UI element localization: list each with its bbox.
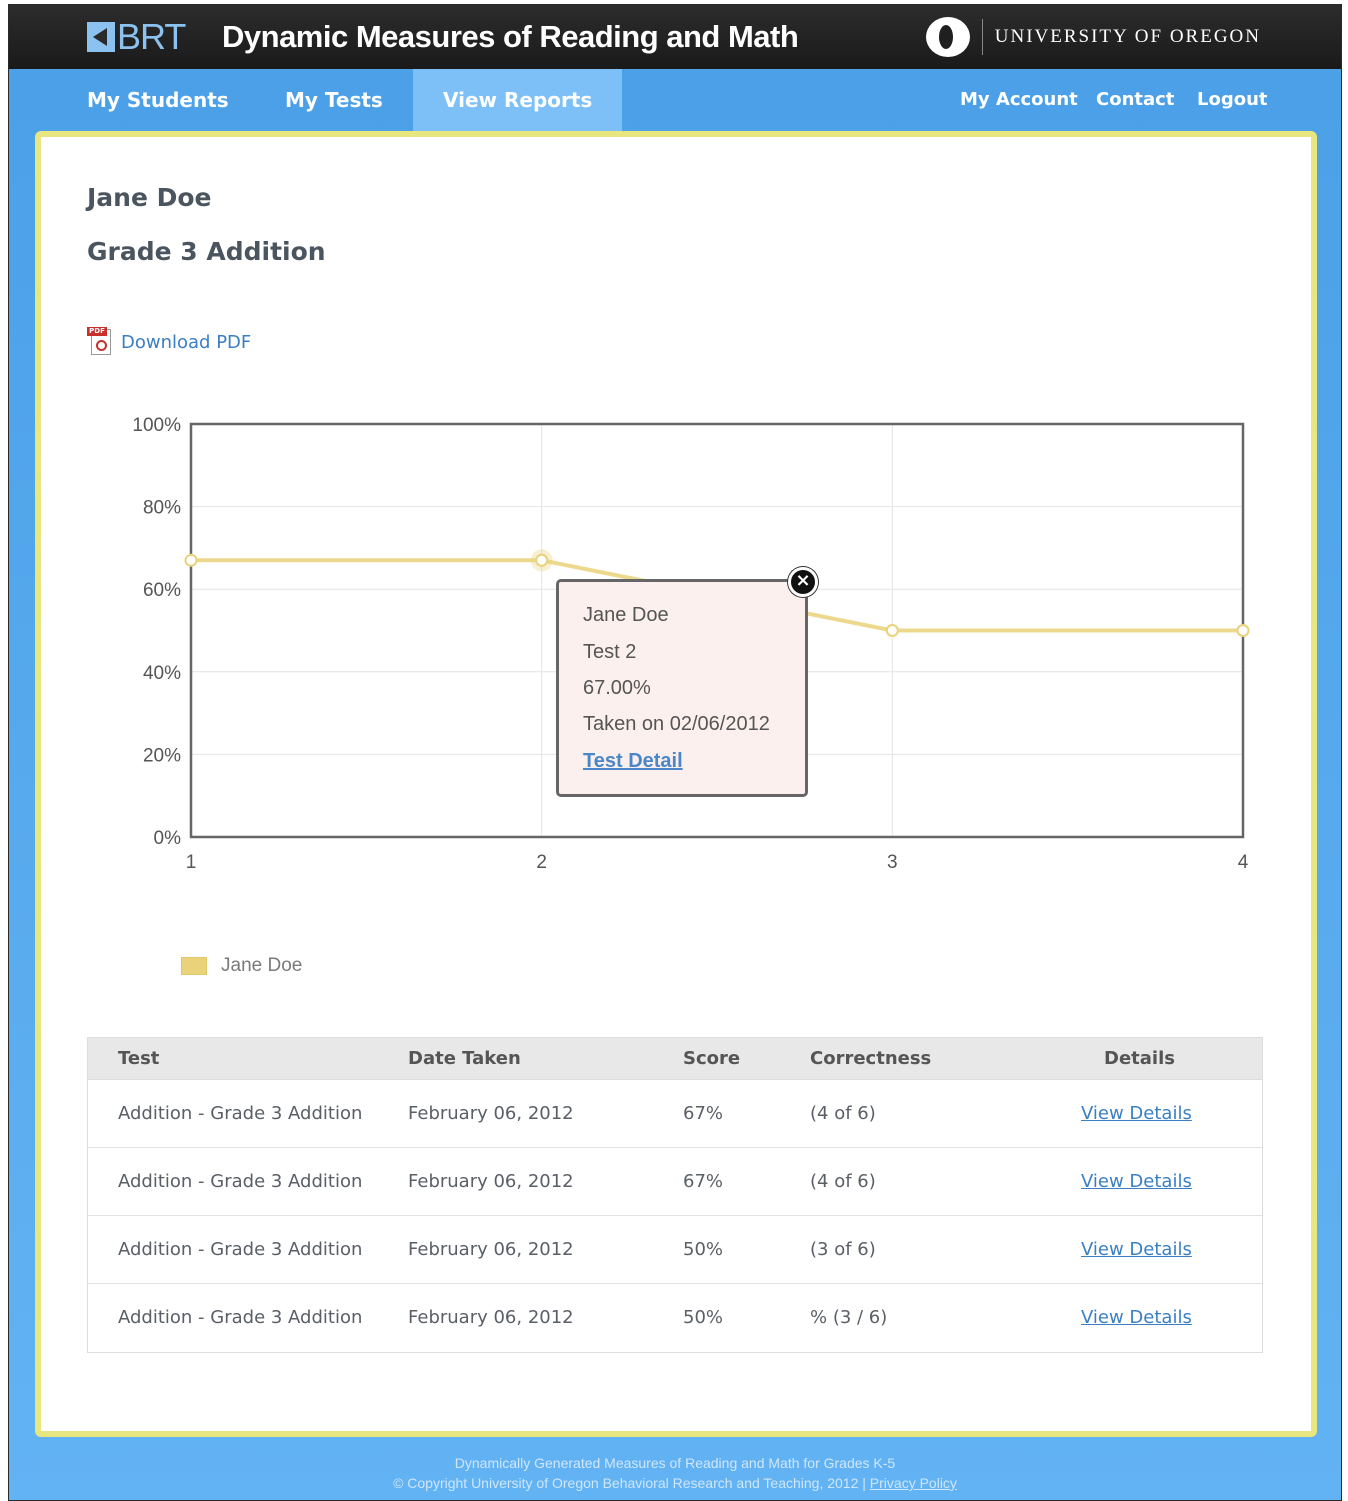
- y-tick-label: 60%: [143, 580, 181, 601]
- y-tick-label: 80%: [143, 498, 181, 519]
- close-tooltip-icon[interactable]: ×: [788, 567, 818, 597]
- tooltip-test: Test 2: [583, 641, 637, 663]
- footer-copyright: © Copyright University of Oregon Behavio…: [9, 1473, 1341, 1493]
- results-table: Test Date Taken Score Correctness Detail…: [87, 1037, 1263, 1353]
- data-point: [184, 553, 198, 567]
- nav-my-students[interactable]: My Students: [87, 69, 229, 131]
- main-nav: My Students My Tests View Reports My Acc…: [9, 69, 1341, 131]
- x-tick-label: 2: [536, 852, 547, 873]
- data-point: [1236, 624, 1250, 637]
- score-line-chart: 0% 20% 40% 60% 80% 100% 1 2 3 4: [132, 415, 1250, 873]
- cell-test: Addition - Grade 3 Addition: [118, 1171, 363, 1192]
- tooltip-score: 67.00%: [583, 677, 651, 699]
- legend-label: Jane Doe: [221, 955, 303, 976]
- nav-logout[interactable]: Logout: [1197, 69, 1268, 131]
- nav-my-tests[interactable]: My Tests: [285, 69, 383, 131]
- cell-date: February 06, 2012: [408, 1239, 574, 1260]
- view-details-link[interactable]: View Details: [1081, 1216, 1192, 1284]
- nav-my-account[interactable]: My Account: [960, 69, 1078, 131]
- university-logo[interactable]: UNIVERSITY OF OREGON: [925, 17, 1261, 57]
- cell-date: February 06, 2012: [408, 1307, 574, 1328]
- data-point: [885, 624, 899, 637]
- cell-score: 67%: [683, 1103, 724, 1124]
- brt-logo[interactable]: BRT: [87, 16, 186, 57]
- x-tick-label: 1: [186, 852, 197, 873]
- report-panel: Jane Doe Grade 3 Addition PDF Download P…: [35, 131, 1317, 1437]
- footer-tagline: Dynamically Generated Measures of Readin…: [454, 1455, 896, 1471]
- header-details: Details: [1104, 1048, 1175, 1069]
- tooltip-date: Taken on 02/06/2012: [583, 713, 770, 735]
- view-details-link[interactable]: View Details: [1081, 1284, 1192, 1352]
- chart-tooltip: Jane Doe Test 2 67.00% Taken on 02/06/20…: [556, 579, 808, 797]
- table-header: Test Date Taken Score Correctness Detail…: [88, 1038, 1262, 1080]
- page-footer: Dynamically Generated Measures of Readin…: [9, 1453, 1341, 1493]
- legend-swatch: [181, 957, 207, 975]
- cell-date: February 06, 2012: [408, 1103, 574, 1124]
- cell-correctness: (3 of 6): [810, 1239, 876, 1260]
- top-header: BRT Dynamic Measures of Reading and Math…: [9, 5, 1341, 69]
- cell-correctness: (4 of 6): [810, 1103, 876, 1124]
- brt-logo-icon: [87, 22, 115, 52]
- nav-contact[interactable]: Contact: [1096, 69, 1174, 131]
- chart-legend[interactable]: Jane Doe: [181, 955, 302, 977]
- x-tick-label: 3: [887, 852, 898, 873]
- table-row: Addition - Grade 3 Addition February 06,…: [88, 1080, 1262, 1148]
- university-name: UNIVERSITY OF OREGON: [994, 26, 1261, 47]
- header-date: Date Taken: [408, 1048, 521, 1069]
- data-point: [535, 553, 549, 567]
- page-frame: BRT Dynamic Measures of Reading and Math…: [8, 4, 1342, 1501]
- y-tick-label: 20%: [143, 745, 181, 766]
- table-row: Addition - Grade 3 Addition February 06,…: [88, 1284, 1262, 1352]
- privacy-policy-link[interactable]: Privacy Policy: [870, 1475, 957, 1491]
- cell-date: February 06, 2012: [408, 1171, 574, 1192]
- tooltip-student: Jane Doe: [583, 604, 669, 626]
- brt-logo-text: BRT: [117, 16, 186, 57]
- y-tick-label: 100%: [132, 415, 181, 436]
- header-score: Score: [683, 1048, 741, 1069]
- cell-score: 50%: [683, 1307, 724, 1328]
- header-test: Test: [118, 1048, 160, 1069]
- cell-score: 67%: [683, 1171, 724, 1192]
- view-details-link[interactable]: View Details: [1081, 1148, 1192, 1216]
- table-row: Addition - Grade 3 Addition February 06,…: [88, 1148, 1262, 1216]
- view-details-link[interactable]: View Details: [1081, 1080, 1192, 1148]
- nav-view-reports[interactable]: View Reports: [413, 69, 623, 131]
- cell-correctness: % (3 / 6): [810, 1307, 888, 1328]
- table-row: Addition - Grade 3 Addition February 06,…: [88, 1216, 1262, 1284]
- tooltip-test-detail-link[interactable]: Test Detail: [583, 750, 683, 773]
- site-title: Dynamic Measures of Reading and Math: [222, 19, 799, 54]
- cell-test: Addition - Grade 3 Addition: [118, 1307, 363, 1328]
- logo-divider: [981, 19, 983, 55]
- cell-test: Addition - Grade 3 Addition: [118, 1239, 363, 1260]
- cell-test: Addition - Grade 3 Addition: [118, 1103, 363, 1124]
- cell-score: 50%: [683, 1239, 724, 1260]
- x-tick-label: 4: [1238, 852, 1249, 873]
- cell-correctness: (4 of 6): [810, 1171, 876, 1192]
- header-correctness: Correctness: [810, 1048, 932, 1069]
- oregon-o-icon: [925, 17, 970, 57]
- y-tick-label: 0%: [154, 828, 182, 849]
- footer-copyright-text: © Copyright University of Oregon Behavio…: [393, 1475, 870, 1491]
- y-tick-label: 40%: [143, 663, 181, 684]
